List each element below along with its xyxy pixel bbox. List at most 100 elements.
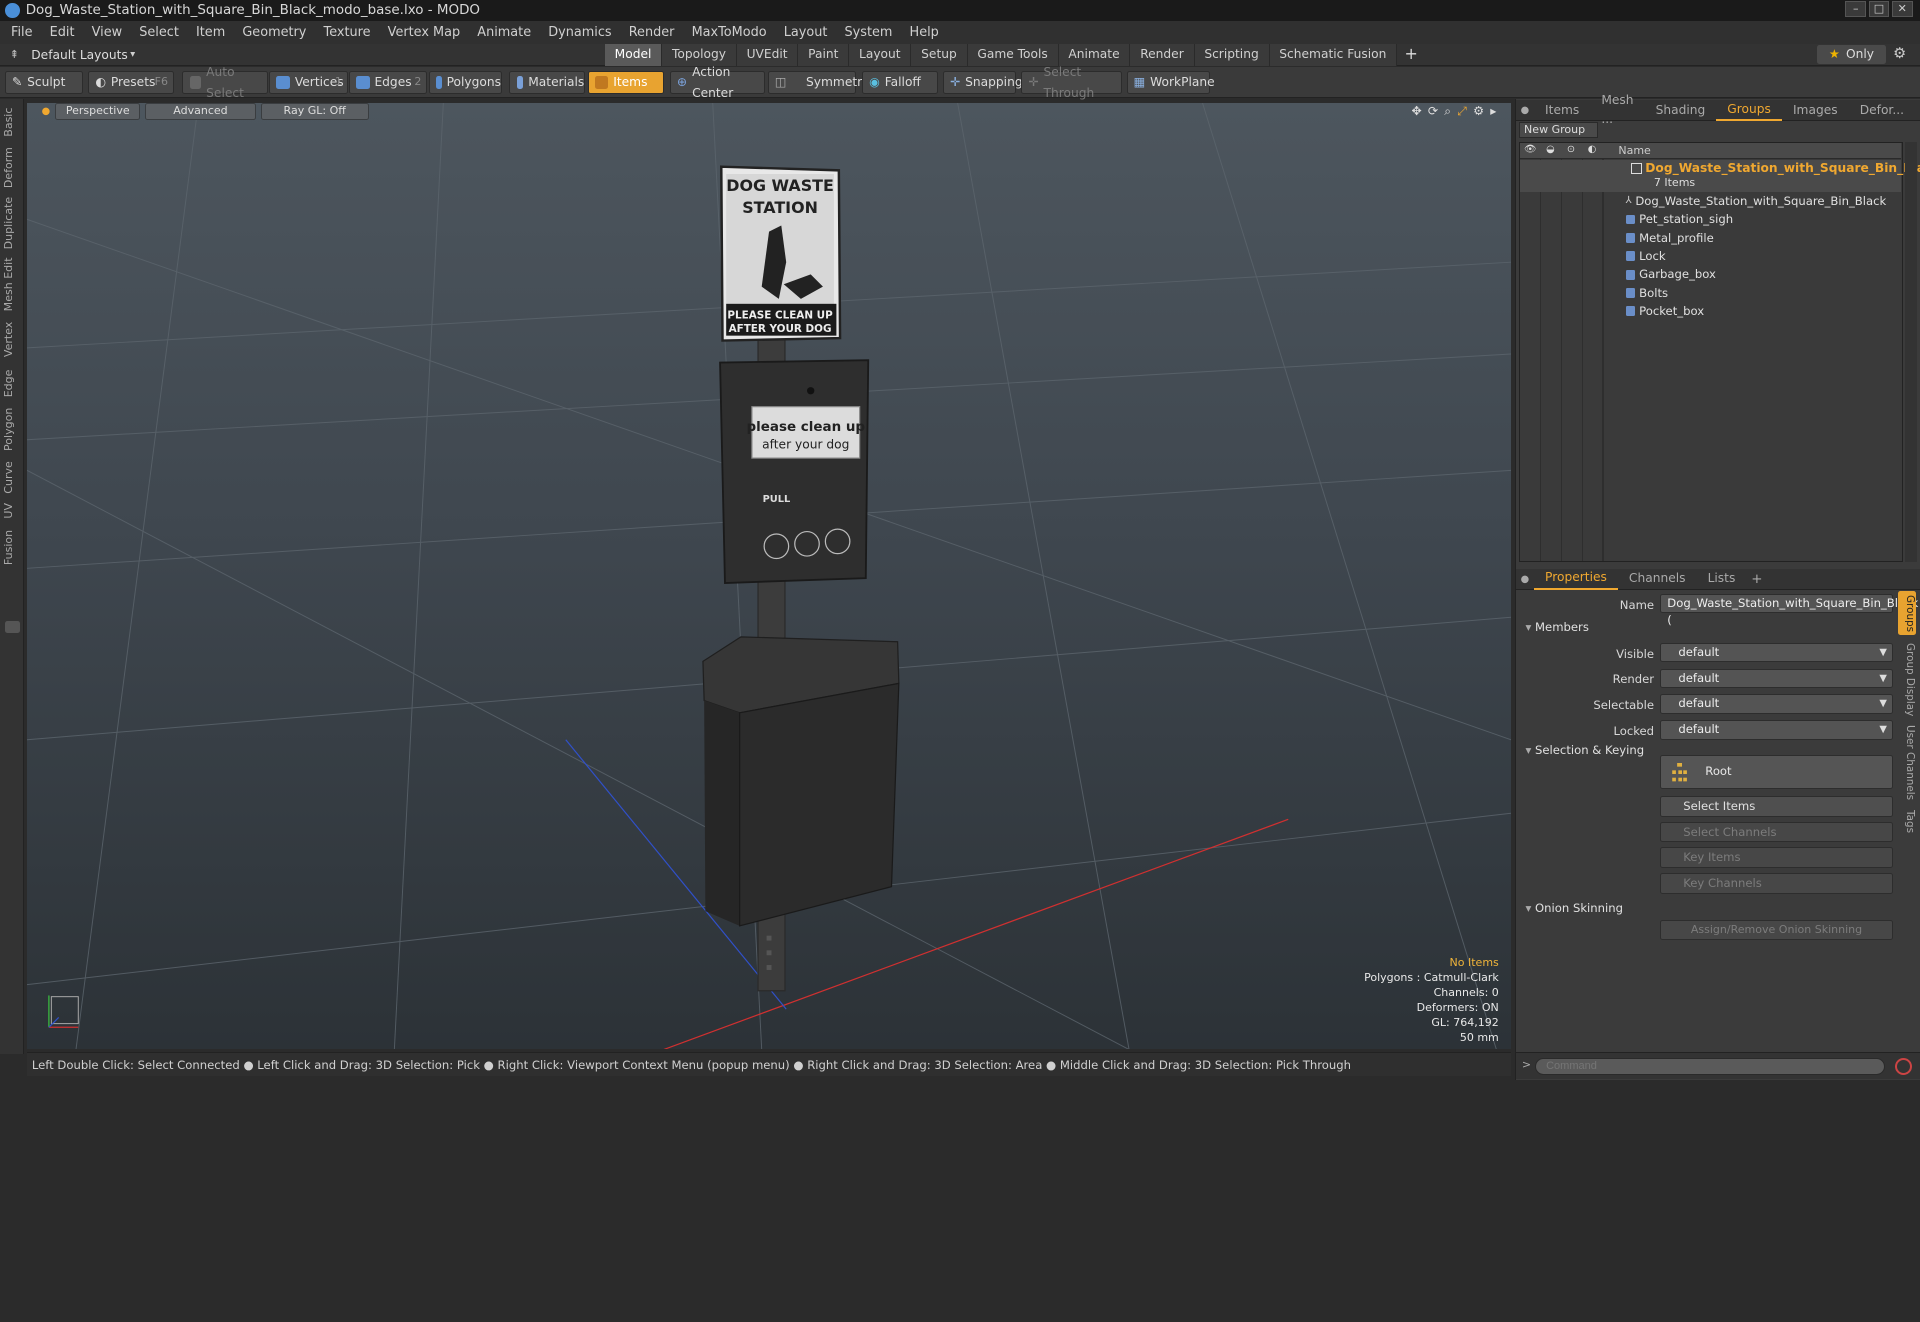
tab-groups[interactable]: Groups xyxy=(1716,100,1782,122)
locked-select[interactable]: default ▼ xyxy=(1660,719,1893,740)
key-items-button[interactable]: Key Items xyxy=(1660,847,1893,869)
group-row[interactable]: Dog_Waste_Station_with_Square_Bin_Bla ..… xyxy=(1520,160,1920,192)
menu-layout[interactable]: Layout xyxy=(775,25,836,40)
gear-icon[interactable]: ⚙ xyxy=(1893,45,1906,62)
zoom-view-icon[interactable]: ⌕ xyxy=(1444,104,1451,119)
presets-button[interactable]: ◐ Presets F6 xyxy=(88,71,174,95)
list-item[interactable]: Lock xyxy=(1625,247,1666,265)
maximize-button[interactable]: □ xyxy=(1868,1,1890,18)
members-section[interactable]: Members xyxy=(1525,620,1589,634)
onion-skinning-button[interactable]: Assign/Remove Onion Skinning xyxy=(1660,919,1893,941)
command-input[interactable] xyxy=(1535,1057,1886,1075)
lefttab-mesh-edit[interactable]: Mesh Edit xyxy=(2,256,22,312)
menu-texture[interactable]: Texture xyxy=(315,25,379,40)
visibility-eye-icon[interactable]: 👁 xyxy=(1524,144,1536,156)
tab-model[interactable]: Model xyxy=(604,44,663,67)
menu-file[interactable]: File xyxy=(2,25,41,40)
move-view-icon[interactable]: ✥ xyxy=(1411,104,1421,119)
menu-view[interactable]: View xyxy=(83,25,131,40)
list-item[interactable]: Pet_station_sigh xyxy=(1625,210,1733,228)
lefttab-curve[interactable]: Curve xyxy=(2,459,22,496)
key-channels-button[interactable]: Key Channels xyxy=(1660,873,1893,894)
list-item[interactable]: Bolts xyxy=(1625,284,1668,302)
lefttab-basic[interactable]: Basic xyxy=(2,104,22,141)
record-icon[interactable] xyxy=(1895,1057,1913,1075)
sidetab-groups[interactable]: Groups xyxy=(1897,591,1917,636)
sidetab-group-display[interactable]: Group Display xyxy=(1898,640,1916,718)
onion-skinning-section[interactable]: Onion Skinning xyxy=(1525,901,1623,915)
add-tab-icon[interactable]: + xyxy=(1915,103,1920,118)
menu-animate[interactable]: Animate xyxy=(469,25,540,40)
ray-gl-button[interactable]: Ray GL: Off xyxy=(260,102,369,120)
tab-channels[interactable]: Channels xyxy=(1618,569,1697,589)
menu-vertex-map[interactable]: Vertex Map xyxy=(379,25,469,40)
items-button[interactable]: Items xyxy=(587,71,664,95)
menu-dynamics[interactable]: Dynamics xyxy=(540,25,620,40)
add-tab-icon[interactable]: + xyxy=(1746,572,1767,587)
tab-images[interactable]: Images xyxy=(1782,101,1849,121)
add-tab-icon[interactable]: + xyxy=(1397,44,1425,66)
layout-selector[interactable]: ⇞ Default Layouts ▾ xyxy=(10,48,135,62)
menu-help[interactable]: Help xyxy=(901,25,947,40)
tab-layout[interactable]: Layout xyxy=(849,44,912,67)
command-history-icon[interactable]: > xyxy=(1522,1058,1531,1071)
tab-shading[interactable]: Shading xyxy=(1645,101,1717,121)
tab-scripting[interactable]: Scripting xyxy=(1194,44,1270,67)
polygons-button[interactable]: Polygons xyxy=(428,71,503,95)
symmetry-button[interactable]: ◫ Symmetry xyxy=(767,71,869,95)
workplane-button[interactable]: ▦ WorkPlane xyxy=(1126,71,1215,95)
lefttab-duplicate[interactable]: Duplicate xyxy=(2,195,22,251)
menu-render[interactable]: Render xyxy=(620,25,683,40)
tab-paint[interactable]: Paint xyxy=(798,44,850,67)
select-icon[interactable]: ◐ xyxy=(1588,144,1600,156)
lefttab-fusion[interactable]: Fusion xyxy=(2,525,22,569)
action-center-button[interactable]: ⊕ Action Center xyxy=(669,65,766,100)
lefttab-edge[interactable]: Edge xyxy=(2,366,22,400)
tab-mesh[interactable]: Mesh ... xyxy=(1590,91,1644,130)
tab-items[interactable]: Items xyxy=(1534,101,1590,121)
vertices-button[interactable]: Vertices 1 xyxy=(269,71,348,95)
tab-lists[interactable]: Lists xyxy=(1697,569,1747,589)
list-item[interactable]: Metal_profile xyxy=(1625,229,1714,247)
panel-toggle-button[interactable] xyxy=(4,620,20,634)
groups-scrollbar[interactable] xyxy=(1905,142,1918,563)
panel-menu-icon[interactable]: ● xyxy=(1516,105,1534,116)
tab-setup[interactable]: Setup xyxy=(911,44,968,67)
render-select[interactable]: default ▼ xyxy=(1660,668,1893,689)
group-name-field[interactable]: Dog_Waste_Station_with_Square_Bin_Black … xyxy=(1660,593,1918,627)
menu-geometry[interactable]: Geometry xyxy=(234,25,315,40)
close-button[interactable]: ✕ xyxy=(1891,1,1913,18)
view-mode-button[interactable]: Perspective xyxy=(55,102,141,120)
root-button[interactable]: Root xyxy=(1660,755,1893,789)
sidetab-user-channels[interactable]: User Channels xyxy=(1898,724,1916,802)
tab-render[interactable]: Render xyxy=(1130,44,1195,67)
list-item[interactable]: ⅄ Dog_Waste_Station_with_Square_Bin_Black xyxy=(1626,192,1887,210)
new-group-button[interactable]: New Group xyxy=(1519,122,1598,139)
selectable-select[interactable]: default ▼ xyxy=(1660,694,1893,714)
tab-schematic-fusion[interactable]: Schematic Fusion xyxy=(1269,44,1398,67)
menu-system[interactable]: System xyxy=(836,25,901,40)
viewport-menu-icon[interactable]: ● xyxy=(42,103,51,121)
sculpt-button[interactable]: ✎ Sculpt xyxy=(4,71,84,95)
lefttab-uv[interactable]: UV xyxy=(2,501,22,521)
menu-maxtomodo[interactable]: MaxToModo xyxy=(683,25,775,40)
materials-button[interactable]: Materials xyxy=(509,71,586,95)
minimize-button[interactable]: – xyxy=(1845,1,1867,18)
selection-keying-section[interactable]: Selection & Keying xyxy=(1525,743,1644,757)
tab-deformers[interactable]: Defor... xyxy=(1849,101,1915,121)
menu-edit[interactable]: Edit xyxy=(41,25,83,40)
rotate-view-icon[interactable]: ⟳ xyxy=(1428,104,1438,119)
lefttab-deform[interactable]: Deform xyxy=(2,146,22,190)
tab-properties[interactable]: Properties xyxy=(1534,568,1618,591)
lefttab-vertex[interactable]: Vertex xyxy=(2,317,22,361)
select-channels-button[interactable]: Select Channels xyxy=(1660,821,1893,843)
select-through-button[interactable]: ✛ Select Through xyxy=(1021,65,1122,100)
list-item[interactable]: Garbage_box xyxy=(1625,265,1716,283)
lock-icon[interactable]: ⊙ xyxy=(1567,144,1579,156)
menu-select[interactable]: Select xyxy=(131,25,188,40)
visible-select[interactable]: default ▼ xyxy=(1660,642,1893,663)
only-button[interactable]: ★ Only xyxy=(1817,45,1886,64)
expand-arrow-icon[interactable]: ▸ xyxy=(1490,104,1496,119)
3d-viewport[interactable]: DOG WASTE STATION PLEASE CLEAN UP AFTER … xyxy=(26,102,1512,1050)
falloff-button[interactable]: ◉ Falloff xyxy=(862,71,938,95)
